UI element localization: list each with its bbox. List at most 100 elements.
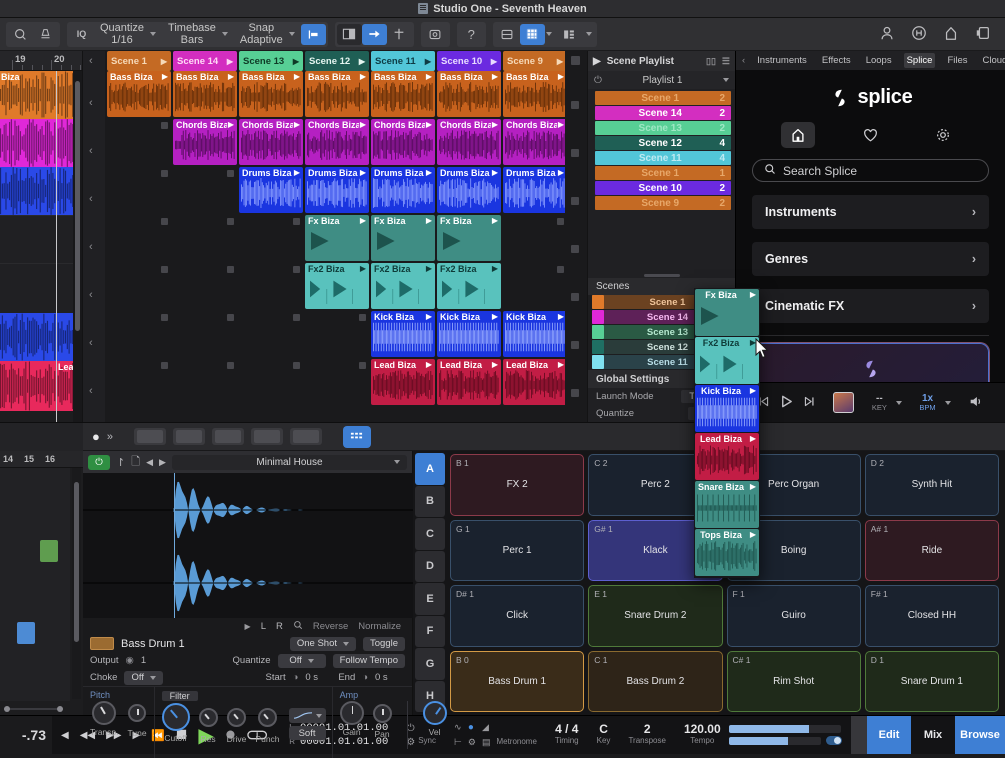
- clip[interactable]: Kick Biza▶: [503, 311, 565, 357]
- play-icon[interactable]: ▶: [228, 120, 234, 129]
- empty-slot-button[interactable]: [161, 362, 168, 369]
- play-icon[interactable]: ▶: [750, 530, 756, 539]
- tempo-value[interactable]: 120.00: [684, 723, 721, 735]
- quantize-selector[interactable]: Quantize 1/16: [94, 22, 162, 46]
- playlist-entries[interactable]: Scene 12Scene 142Scene 132Scene 124Scene…: [588, 89, 735, 211]
- next-preset-icon[interactable]: ▶: [159, 457, 166, 468]
- clip-slot[interactable]: [173, 167, 237, 215]
- clip-slot[interactable]: Drums Biza▶: [305, 167, 369, 215]
- clip-launcher-grid[interactable]: Scene 1▶Scene 14▶Scene 13▶Scene 12▶Scene…: [105, 51, 565, 422]
- start-dial-icon[interactable]: ◑: [293, 672, 299, 683]
- clip[interactable]: Bass Biza▶: [371, 71, 435, 117]
- play-icon[interactable]: ▶: [426, 120, 432, 129]
- play-icon[interactable]: ▶: [426, 72, 432, 81]
- playlist-entry[interactable]: Scene 92: [595, 196, 731, 210]
- clip[interactable]: Chords Biza▶: [239, 119, 303, 165]
- clip[interactable]: Drums Biza▶: [437, 167, 501, 213]
- chevron-down-icon[interactable]: [222, 32, 228, 36]
- playlist-selector[interactable]: ⏻ Playlist 1: [588, 71, 735, 89]
- play-icon[interactable]: ▶: [426, 168, 432, 177]
- tab-instruments[interactable]: Instruments: [754, 53, 810, 68]
- empty-slot-button[interactable]: [161, 218, 168, 225]
- chevron-down-icon[interactable]: [308, 659, 314, 663]
- choke-selector[interactable]: Off: [124, 671, 163, 685]
- clip-slot[interactable]: Bass Biza▶: [503, 71, 565, 119]
- arrangement-clip[interactable]: [0, 119, 82, 167]
- knob-vel[interactable]: Vel: [423, 701, 447, 737]
- pattern-ruler[interactable]: 14 15 16: [0, 451, 83, 468]
- empty-slot-button[interactable]: [161, 170, 168, 177]
- clip-slot[interactable]: [305, 359, 369, 407]
- scene-header[interactable]: Scene 14▶: [173, 51, 237, 71]
- pattern-mode-1[interactable]: [137, 430, 163, 443]
- arrangement-clip[interactable]: [0, 215, 82, 263]
- volume-icon[interactable]: [968, 394, 984, 412]
- help-icon[interactable]: ?: [459, 24, 484, 45]
- dragged-clip[interactable]: Snare Biza▶: [695, 481, 759, 528]
- clip[interactable]: Drums Biza▶: [503, 167, 565, 213]
- play-icon[interactable]: ▶: [750, 290, 756, 299]
- knob-pan[interactable]: Pan: [373, 701, 392, 739]
- tab-cloud[interactable]: Cloud: [980, 53, 1005, 68]
- chevron-down-icon[interactable]: [150, 676, 156, 680]
- clip[interactable]: Fx2 Biza▶: [371, 263, 435, 309]
- home-icon[interactable]: [943, 25, 959, 44]
- clip-slot[interactable]: [107, 167, 171, 215]
- empty-slot-button[interactable]: [161, 266, 168, 273]
- filter-title[interactable]: Filter: [162, 691, 198, 701]
- mode-edit-button[interactable]: Edit: [867, 716, 911, 754]
- empty-slot-button[interactable]: [293, 266, 300, 273]
- clip[interactable]: Chords Biza▶: [371, 119, 435, 165]
- clip-slot[interactable]: Chords Biza▶: [437, 119, 501, 167]
- play-icon[interactable]: ▶: [492, 312, 498, 321]
- pad-bank-d[interactable]: D: [415, 551, 445, 583]
- empty-slot-button[interactable]: [557, 266, 564, 273]
- play-icon[interactable]: ▶: [360, 168, 366, 177]
- mixer-icon[interactable]: [495, 24, 520, 45]
- clip-slot[interactable]: Bass Biza▶: [107, 71, 171, 119]
- timebase-selector[interactable]: Timebase Bars: [162, 22, 234, 46]
- pattern-mode-group[interactable]: [173, 428, 205, 445]
- clip[interactable]: Bass Biza▶: [503, 71, 565, 117]
- clip-slot[interactable]: [239, 359, 303, 407]
- clip[interactable]: Drums Biza▶: [371, 167, 435, 213]
- record-icon[interactable]: ●: [92, 429, 100, 444]
- clip-slot[interactable]: Drums Biza▶: [503, 167, 565, 215]
- clip-slot[interactable]: Bass Biza▶: [173, 71, 237, 119]
- scene-header[interactable]: Scene 11▶: [371, 51, 435, 71]
- count-in-icon[interactable]: ⊢: [454, 737, 462, 748]
- empty-slot-button[interactable]: [293, 362, 300, 369]
- clip-slot[interactable]: [107, 311, 171, 359]
- prev-preset-icon[interactable]: ◀: [146, 457, 153, 468]
- clip-slot[interactable]: Fx2 Biza▶: [437, 263, 501, 311]
- timeline-ruler[interactable]: 19 20: [0, 51, 82, 71]
- browse-icon[interactable]: [557, 24, 582, 45]
- chevron-down-icon[interactable]: [289, 32, 295, 36]
- pad-bank-f[interactable]: F: [415, 616, 445, 648]
- transport-metronome[interactable]: ∿ ⊢ ● ⚙ ◢ ▤ Metronome: [445, 716, 546, 754]
- empty-slot-button[interactable]: [227, 170, 234, 177]
- scene-header[interactable]: Scene 10▶: [437, 51, 501, 71]
- clip[interactable]: Drums Biza▶: [239, 167, 303, 213]
- scene-color-swatch[interactable]: [592, 295, 604, 309]
- playlist-entry[interactable]: Scene 102: [595, 181, 731, 195]
- play-icon[interactable]: ▶: [750, 482, 756, 491]
- pad-bank-e[interactable]: E: [415, 583, 445, 615]
- transport-tempo[interactable]: 120.00 Tempo: [675, 716, 851, 754]
- playlist-entry[interactable]: Scene 142: [595, 106, 731, 120]
- arrow-right-icon[interactable]: [362, 24, 387, 45]
- clip[interactable]: Fx2 Biza▶: [305, 263, 369, 309]
- crosshair-icon[interactable]: [387, 24, 412, 45]
- playlist-entry[interactable]: Scene 132: [595, 121, 731, 135]
- playhead[interactable]: [56, 71, 57, 422]
- scene-header[interactable]: Scene 13▶: [239, 51, 303, 71]
- follow-tempo-button[interactable]: Follow Tempo: [333, 654, 405, 668]
- pattern-note[interactable]: [40, 540, 58, 562]
- zoom-icon[interactable]: [293, 620, 303, 633]
- clip[interactable]: Fx Biza▶: [305, 215, 369, 261]
- arrangement-clip[interactable]: Biza: [0, 71, 82, 119]
- clip-slot[interactable]: [503, 263, 565, 311]
- scene-color-swatch[interactable]: [592, 340, 604, 354]
- dragged-clip-column[interactable]: Fx Biza▶Fx2 Biza▶Kick Biza▶Lead Biza▶Sna…: [694, 288, 760, 578]
- knob-gain[interactable]: Gain: [340, 701, 364, 737]
